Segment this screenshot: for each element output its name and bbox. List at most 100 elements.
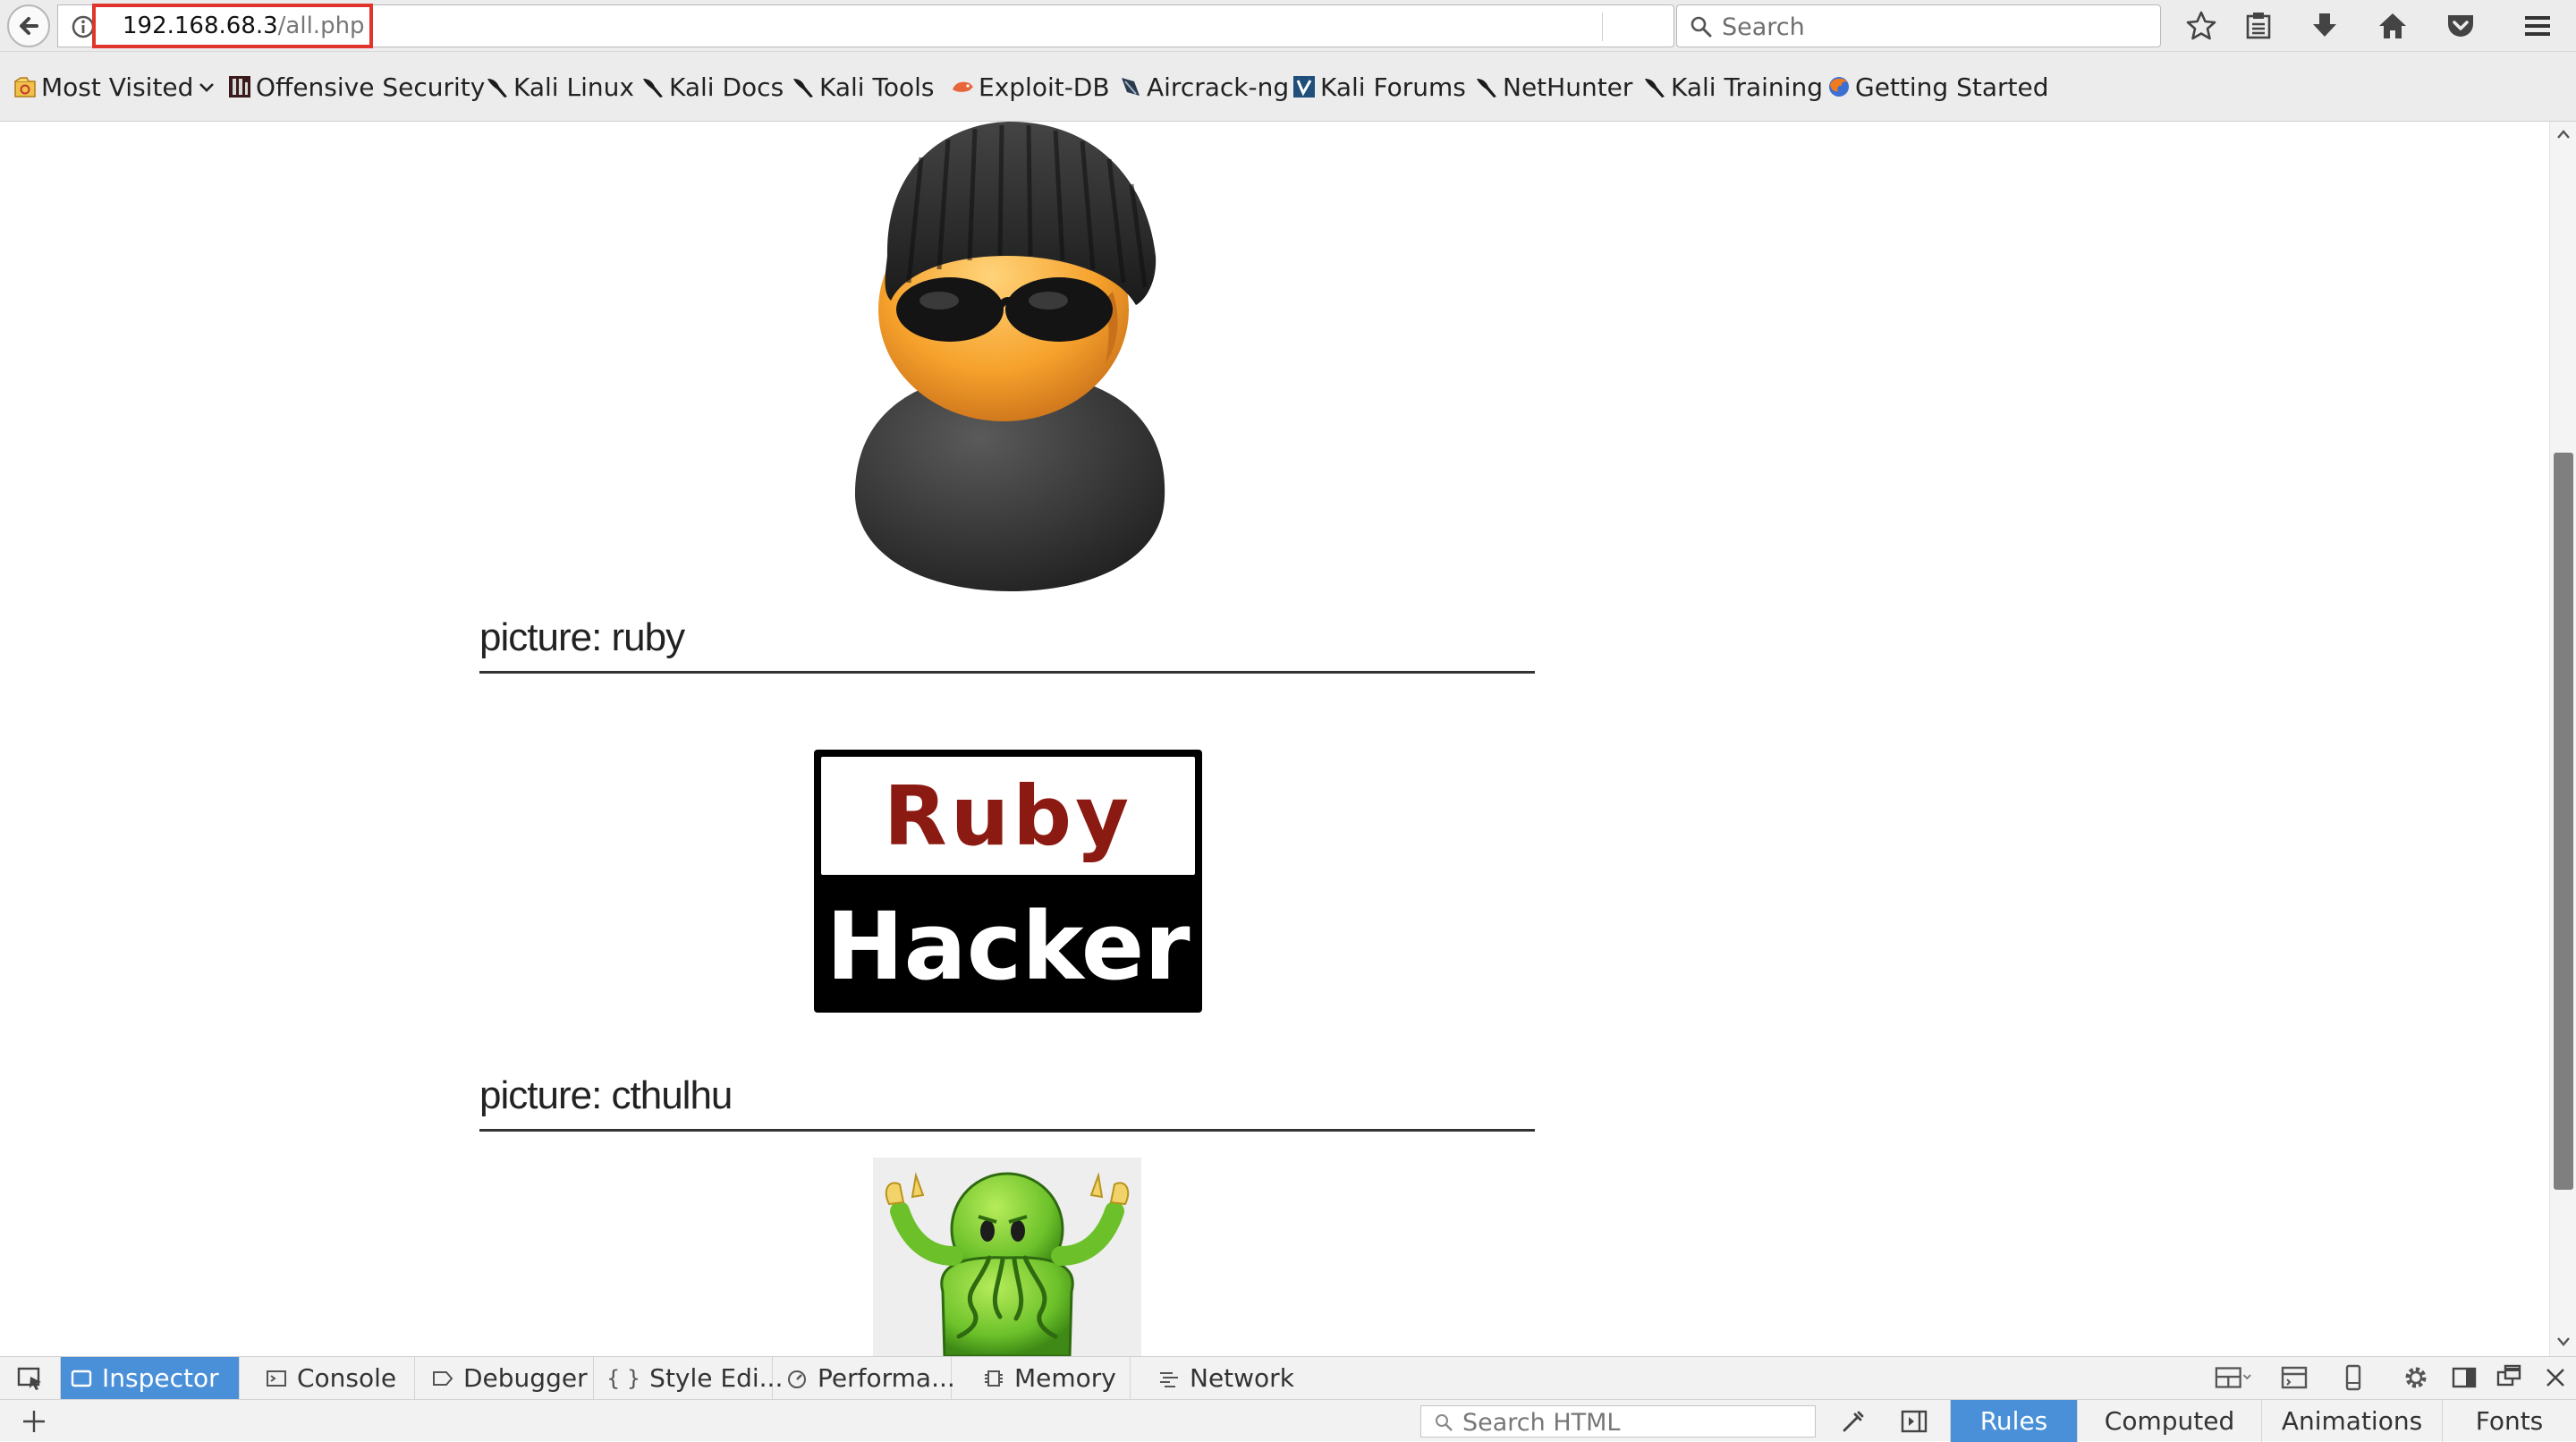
responsive-design-button[interactable] — [2334, 1359, 2372, 1396]
tab-label: Style Edi... — [649, 1363, 784, 1393]
tab-style-editor[interactable]: { } Style Edi... — [594, 1357, 783, 1399]
separate-window-icon — [2496, 1364, 2521, 1387]
bookmark-offensive-security[interactable]: Offensive Security — [227, 70, 485, 104]
debugger-icon — [433, 1370, 453, 1386]
search-bar[interactable] — [1676, 4, 2161, 47]
bookmark-kali-linux[interactable]: Kali Linux — [485, 70, 634, 104]
tab-animations[interactable]: Animations — [2261, 1400, 2442, 1442]
tab-inspector[interactable]: Inspector — [61, 1357, 240, 1399]
bookmark-label: Most Visited — [41, 72, 194, 102]
performance-gauge-icon — [788, 1370, 806, 1388]
page-scrollbar[interactable] — [2549, 122, 2576, 1356]
bookmark-exploit-db[interactable]: Exploit-DB — [950, 70, 1110, 104]
menu-button[interactable] — [2519, 7, 2556, 45]
element-picker-icon — [17, 1367, 41, 1390]
bookmark-kali-forums[interactable]: Kali Forums — [1292, 70, 1466, 104]
tab-computed[interactable]: Computed — [2077, 1400, 2261, 1442]
downloads-button[interactable] — [2306, 7, 2343, 45]
navigation-toolbar: 192.168.68.3/all.php — [0, 0, 2576, 52]
bookmark-aircrack-ng[interactable]: Aircrack-ng — [1118, 70, 1289, 104]
add-node-button[interactable] — [18, 1405, 50, 1438]
bookmark-label: Getting Started — [1855, 72, 2049, 102]
aircrack-icon — [1122, 78, 1140, 96]
picture-title-cthulhu: picture: cthulhu — [479, 1073, 733, 1117]
bookmark-label: Exploit-DB — [979, 72, 1110, 102]
tab-console[interactable]: Console — [240, 1357, 415, 1399]
bookmark-kali-docs[interactable]: Kali Docs — [640, 70, 784, 104]
element-picker-button[interactable] — [0, 1357, 61, 1399]
tab-fonts[interactable]: Fonts — [2442, 1400, 2576, 1442]
url-separator — [1602, 13, 1603, 41]
reader-list-button[interactable] — [2240, 7, 2277, 45]
url-bar[interactable]: 192.168.68.3/all.php — [57, 4, 1697, 48]
phone-icon — [2345, 1364, 2361, 1391]
ruby-hacker-logo-image: Ruby Hacker — [814, 750, 1202, 1013]
bookmark-most-visited[interactable]: Most Visited — [13, 70, 216, 104]
tab-debugger[interactable]: Debugger — [415, 1357, 594, 1399]
back-button[interactable] — [7, 4, 50, 47]
layout-toggle-button[interactable] — [2215, 1359, 2252, 1396]
bookmark-star-button[interactable] — [2182, 7, 2220, 45]
scroll-up-arrow-icon[interactable] — [2556, 127, 2571, 141]
bookmarks-toolbar: Most Visited Offensive Security Kali Lin… — [0, 52, 2576, 122]
scrollbar-thumb[interactable] — [2554, 453, 2573, 1190]
kali-dragon-icon — [793, 79, 813, 98]
devtools-settings-button[interactable] — [2397, 1359, 2435, 1396]
bookmark-getting-started[interactable]: Getting Started — [1826, 70, 2048, 104]
tab-rules[interactable]: Rules — [1950, 1400, 2077, 1442]
search-input[interactable] — [1720, 13, 2144, 42]
kali-dragon-icon — [1645, 79, 1665, 98]
bookmark-kali-training[interactable]: Kali Training — [1642, 70, 1823, 104]
scroll-down-arrow-icon[interactable] — [2556, 1335, 2571, 1349]
separate-window-button[interactable] — [2490, 1357, 2528, 1395]
search-icon — [1436, 1414, 1453, 1431]
devtools-panel: Inspector Console Debugger { } Style Edi… — [0, 1356, 2576, 1442]
plus-icon — [23, 1411, 45, 1432]
ruby-logo-top-panel: Ruby — [821, 757, 1195, 875]
exploit-db-icon — [953, 81, 973, 92]
close-devtools-button[interactable] — [2537, 1359, 2574, 1396]
bookmark-nethunter[interactable]: NetHunter — [1474, 70, 1632, 104]
tab-performance[interactable]: Performa... — [773, 1357, 955, 1399]
kali-dragon-icon — [643, 79, 663, 98]
picture-divider — [479, 671, 1535, 674]
split-console-button[interactable] — [2275, 1359, 2313, 1396]
memory-chip-icon — [985, 1370, 1003, 1387]
close-icon — [2546, 1369, 2564, 1387]
picture-divider — [479, 1129, 1535, 1132]
bookmark-kali-tools[interactable]: Kali Tools — [791, 70, 934, 104]
firefox-icon — [1829, 77, 1849, 97]
back-arrow-icon — [20, 17, 38, 35]
bookmark-label: Kali Training — [1671, 72, 1823, 102]
tab-label: Console — [297, 1363, 397, 1393]
url-text[interactable]: 192.168.68.3/all.php — [123, 13, 365, 39]
hacker-avatar-image — [854, 122, 1165, 591]
tab-network[interactable]: Network — [1131, 1357, 1306, 1399]
inspector-icon — [71, 1370, 92, 1387]
eyedropper-button[interactable] — [1837, 1405, 1869, 1438]
hacker-logo-text: Hacker — [826, 892, 1191, 1001]
toggle-sidebar-button[interactable] — [1898, 1405, 1930, 1438]
network-icon — [1160, 1371, 1178, 1387]
devtools-tab-bar: Inspector Console Debugger { } Style Edi… — [0, 1357, 2576, 1400]
bookmark-label: Aircrack-ng — [1147, 72, 1290, 102]
search-icon — [1690, 16, 1712, 38]
pocket-button[interactable] — [2442, 7, 2479, 45]
search-html-box[interactable] — [1420, 1405, 1816, 1438]
tab-label: Memory — [1014, 1363, 1116, 1393]
ruby-logo-text: Ruby — [883, 768, 1133, 864]
tab-memory[interactable]: Memory — [952, 1357, 1131, 1399]
kali-dragon-icon — [487, 79, 507, 98]
hamburger-menu-icon — [2525, 16, 2550, 36]
url-host: 192.168.68.3 — [123, 13, 278, 39]
search-html-input[interactable] — [1461, 1408, 1804, 1438]
dock-side-button[interactable] — [2445, 1359, 2483, 1396]
home-button[interactable] — [2374, 7, 2411, 45]
download-arrow-icon — [2313, 13, 2336, 37]
tab-label: Inspector — [102, 1363, 219, 1393]
picture-title-ruby: picture: ruby — [479, 615, 685, 659]
gear-icon — [2405, 1367, 2427, 1388]
tab-label: Debugger — [463, 1363, 588, 1393]
clipboard-icon — [2246, 13, 2271, 39]
kali-forums-icon — [1293, 76, 1315, 98]
